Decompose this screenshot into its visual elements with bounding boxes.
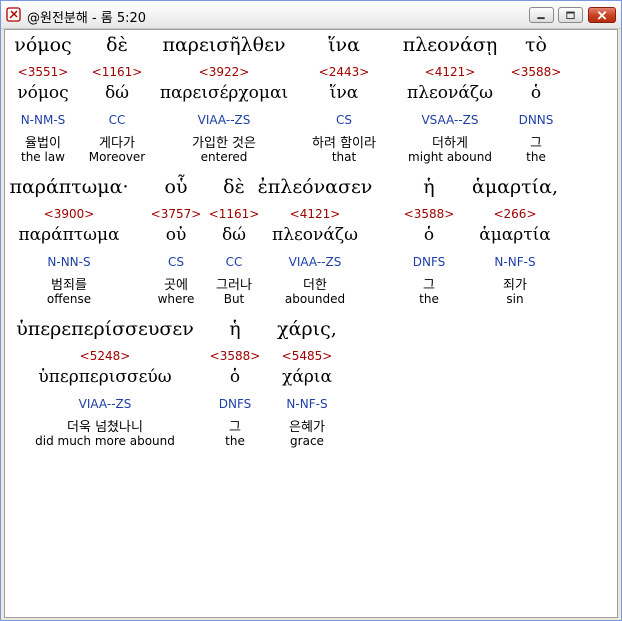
lemma-form: χάρια xyxy=(282,367,332,387)
lemma-form: ὁ xyxy=(530,83,542,103)
maximize-icon xyxy=(566,11,575,20)
close-button[interactable] xyxy=(588,7,616,23)
interlinear-panel: νόμος <3551> νόμος N-NM-S 율법이 the law δὲ <1161>… xyxy=(4,29,618,618)
maximize-button[interactable] xyxy=(558,7,583,23)
bible-app-icon xyxy=(6,7,21,22)
english-gloss: the xyxy=(526,150,546,164)
minimize-icon xyxy=(537,17,545,20)
korean-gloss: 은혜가 xyxy=(289,420,325,435)
strong-number[interactable]: <3588> xyxy=(446,65,617,79)
window-title: @원전분해 - 롬 5:20 xyxy=(27,11,147,26)
greek-word: ἁμαρτία, xyxy=(471,176,558,198)
english-gloss: grace xyxy=(290,434,324,448)
strong-number[interactable]: <5485> xyxy=(217,349,397,363)
strong-number[interactable]: <266> xyxy=(425,207,605,221)
greek-word: τὸ xyxy=(525,34,547,56)
parsing-code: N-NF-S xyxy=(286,397,328,411)
parsing-code: DNNS xyxy=(518,113,554,127)
korean-gloss: 죄가 xyxy=(503,278,527,293)
title-bar[interactable]: @원전분해 - 롬 5:20 xyxy=(1,1,621,29)
parsing-code: N-NF-S xyxy=(494,255,536,269)
english-gloss: sin xyxy=(506,292,524,306)
app-window: @원전분해 - 롬 5:20 νόμος <3551> νόμος N-NM-S 율법이… xyxy=(0,0,622,621)
korean-gloss: 그 xyxy=(530,136,542,151)
minimize-button[interactable] xyxy=(529,7,554,23)
lemma-form: ἁμαρτία xyxy=(479,225,551,245)
close-icon xyxy=(597,11,607,20)
greek-word: χάρις, xyxy=(277,318,337,340)
